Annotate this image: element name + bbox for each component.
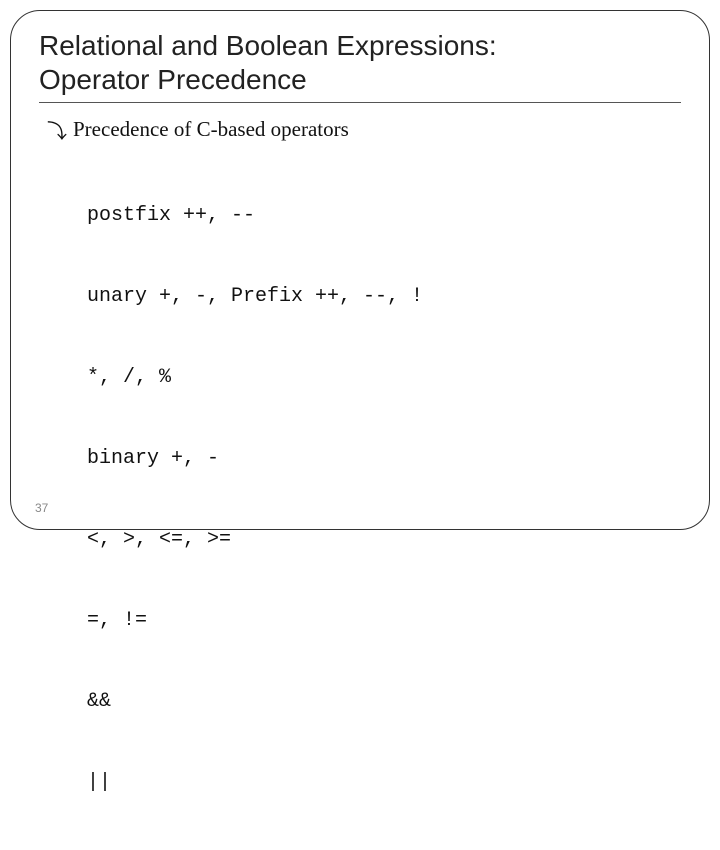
bullet-text: Precedence of C-based operators <box>73 117 349 142</box>
title-line-1: Relational and Boolean Expressions: <box>39 30 497 61</box>
slide-title: Relational and Boolean Expressions: Oper… <box>39 29 681 96</box>
page-number: 37 <box>35 501 48 515</box>
code-line: && <box>87 688 681 715</box>
code-line: || <box>87 769 681 796</box>
code-line: *, /, % <box>87 364 681 391</box>
precedence-list: postfix ++, -- unary +, -, Prefix ++, --… <box>87 148 681 850</box>
bullet-item: ⤵ Precedence of C-based operators <box>47 117 681 142</box>
code-line: postfix ++, -- <box>87 202 681 229</box>
title-line-2: Operator Precedence <box>39 64 307 95</box>
code-line: binary +, - <box>87 445 681 472</box>
swirl-icon: ⤵ <box>47 122 67 142</box>
slide-frame: Relational and Boolean Expressions: Oper… <box>10 10 710 530</box>
title-divider <box>39 102 681 103</box>
code-line: =, != <box>87 607 681 634</box>
code-line: unary +, -, Prefix ++, --, ! <box>87 283 681 310</box>
